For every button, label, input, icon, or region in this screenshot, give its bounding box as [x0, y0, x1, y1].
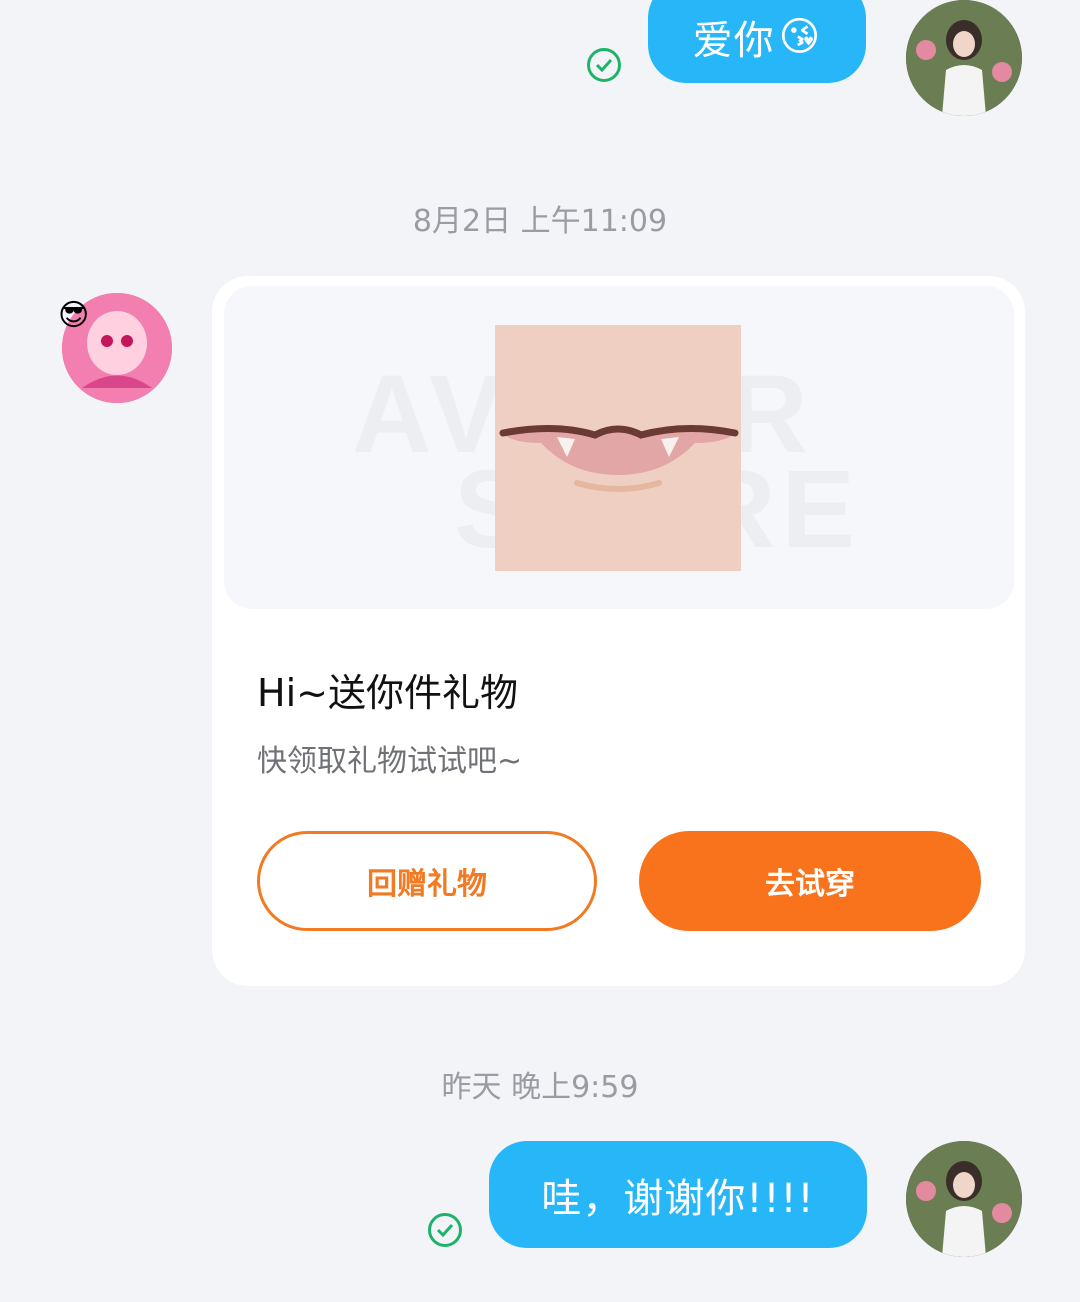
timestamp: 8月2日 上午11:09 [412, 204, 668, 239]
my-avatar[interactable] [906, 0, 1022, 116]
return-gift-label: 回赠礼物 [367, 867, 487, 902]
delivered-check-icon [428, 1213, 462, 1247]
try-on-label: 去试穿 [765, 867, 855, 902]
my-avatar[interactable] [906, 1141, 1022, 1257]
message-bubble-outgoing[interactable]: 哇，谢谢你!!!! [489, 1141, 867, 1248]
return-gift-button[interactable]: 回赠礼物 [257, 831, 597, 931]
message-bubble-outgoing[interactable]: 爱你 😘 [648, 0, 866, 83]
kiss-emoji-icon: 😘 [778, 13, 822, 60]
message-text: 爱你 [692, 17, 775, 64]
delivered-check-icon [587, 48, 621, 82]
gift-card[interactable]: AVATAR STORE Hi~送你件礼物 快领取礼物试试吧~ 回赠礼物 去试穿 [212, 276, 1025, 986]
gift-item-image [495, 325, 741, 571]
gift-card-subtitle: 快领取礼物试试吧~ [257, 744, 523, 779]
sunglasses-emoji-icon: 😎 [58, 298, 90, 333]
gift-preview-area: AVATAR STORE [224, 286, 1014, 609]
try-on-button[interactable]: 去试穿 [639, 831, 981, 931]
gift-card-title: Hi~送你件礼物 [257, 671, 518, 715]
timestamp: 昨天 晚上9:59 [441, 1070, 639, 1105]
message-text: 哇，谢谢你!!!! [541, 1175, 815, 1222]
